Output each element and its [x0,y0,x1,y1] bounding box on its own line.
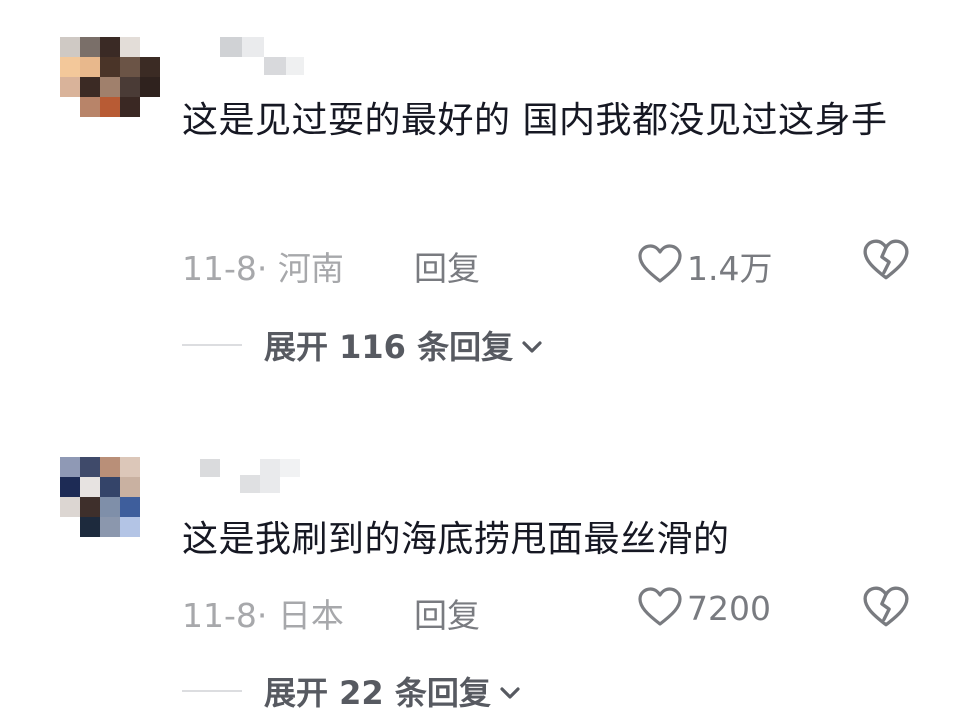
avatar-mosaic-cell [80,97,100,117]
like-button[interactable]: 7200 [637,585,771,628]
avatar-mosaic-cell [120,537,140,557]
avatar-mosaic-cell [120,117,140,137]
avatar[interactable] [60,37,160,137]
avatar-mosaic-cell [140,457,160,477]
comment-text: 这是见过耍的最好的 国内我都没见过这身手 [182,100,888,141]
broken-heart-icon [863,239,909,280]
comment-date-location: 11-8· 河南 [182,249,344,288]
avatar-mosaic-cell [80,457,100,477]
avatar-mosaic-cell [80,477,100,497]
username-blur-block [264,57,286,75]
avatar-mosaic-cell [120,497,140,517]
avatar-mosaic-cell [140,477,160,497]
username-blur-block [240,475,260,493]
avatar-mosaic-cell [140,97,160,117]
avatar-mosaic-cell [140,77,160,97]
avatar-mosaic-cell [140,497,160,517]
avatar-mosaic-cell [140,37,160,57]
avatar-mosaic-cell [120,97,140,117]
chevron-down-icon [522,341,542,353]
expand-replies-label: 展开 116 条回复 [264,328,514,366]
avatar-mosaic-cell [120,37,140,57]
expand-replies-button[interactable]: 展开 116 条回复 [182,320,782,370]
username-blur-block [220,37,242,57]
avatar-mosaic-cell [60,517,80,537]
like-button[interactable]: 1.4万 [637,238,772,290]
avatar-mosaic-cell [60,537,80,557]
avatar-mosaic-cell [80,117,100,137]
avatar-mosaic-cell [80,537,100,557]
dislike-button[interactable] [862,585,910,637]
avatar-mosaic-cell [120,517,140,537]
avatar-mosaic-cell [140,517,160,537]
dislike-button[interactable] [862,238,910,290]
reply-button[interactable]: 回复 [414,589,480,637]
avatar-mosaic-cell [100,477,120,497]
username-blur-block [200,459,220,477]
avatar-mosaic-cell [120,457,140,477]
avatar-mosaic-cell [60,57,80,77]
avatar-mosaic-cell [100,117,120,137]
avatar-mosaic-cell [80,37,100,57]
avatar-mosaic-cell [120,77,140,97]
avatar-mosaic-cell [60,77,80,97]
like-count: 1.4万 [687,249,773,288]
avatar-mosaic-cell [100,57,120,77]
divider-line [182,690,242,692]
username-blur-block [286,57,304,75]
avatar-mosaic-cell [80,517,100,537]
expand-replies-label: 展开 22 条回复 [264,674,491,712]
reply-button[interactable]: 回复 [414,242,480,290]
avatar-mosaic-cell [100,537,120,557]
heart-outline-icon [638,586,682,626]
avatar-mosaic-cell [60,97,80,117]
divider-line [182,344,242,346]
avatar-mosaic-cell [80,77,100,97]
avatar-mosaic-cell [100,77,120,97]
comment-text: 这是我刷到的海底捞甩面最丝滑的 [182,519,730,560]
comment-meta: 11-8· 河南 回复 1.4万 [182,238,922,288]
avatar-mosaic-cell [60,117,80,137]
username-blurred[interactable] [185,455,315,495]
username-blurred[interactable] [185,33,315,75]
expand-replies-button[interactable]: 展开 22 条回复 [182,666,782,716]
avatar-mosaic-cell [120,477,140,497]
comment-date-location: 11-8· 日本 [182,596,344,635]
avatar-mosaic-cell [80,57,100,77]
avatar-mosaic-cell [100,97,120,117]
username-blur-block [260,459,280,493]
username-blur-block [242,37,264,57]
comment-meta: 11-8· 日本 回复 7200 [182,585,922,635]
avatar-mosaic-cell [80,497,100,517]
avatar[interactable] [60,457,160,557]
avatar-mosaic-cell [60,37,80,57]
like-count: 7200 [687,589,771,628]
avatar-mosaic-cell [100,517,120,537]
avatar-mosaic-cell [100,37,120,57]
avatar-mosaic-cell [100,497,120,517]
avatar-mosaic-cell [140,537,160,557]
avatar-mosaic-cell [100,457,120,477]
chevron-down-icon [500,687,520,699]
avatar-mosaic-cell [140,117,160,137]
avatar-mosaic-cell [60,477,80,497]
avatar-mosaic-cell [60,497,80,517]
username-blur-block [280,459,300,477]
avatar-mosaic-cell [60,457,80,477]
heart-outline-icon [638,244,682,283]
broken-heart-icon [863,586,909,627]
avatar-mosaic-cell [140,57,160,77]
avatar-mosaic-cell [120,57,140,77]
